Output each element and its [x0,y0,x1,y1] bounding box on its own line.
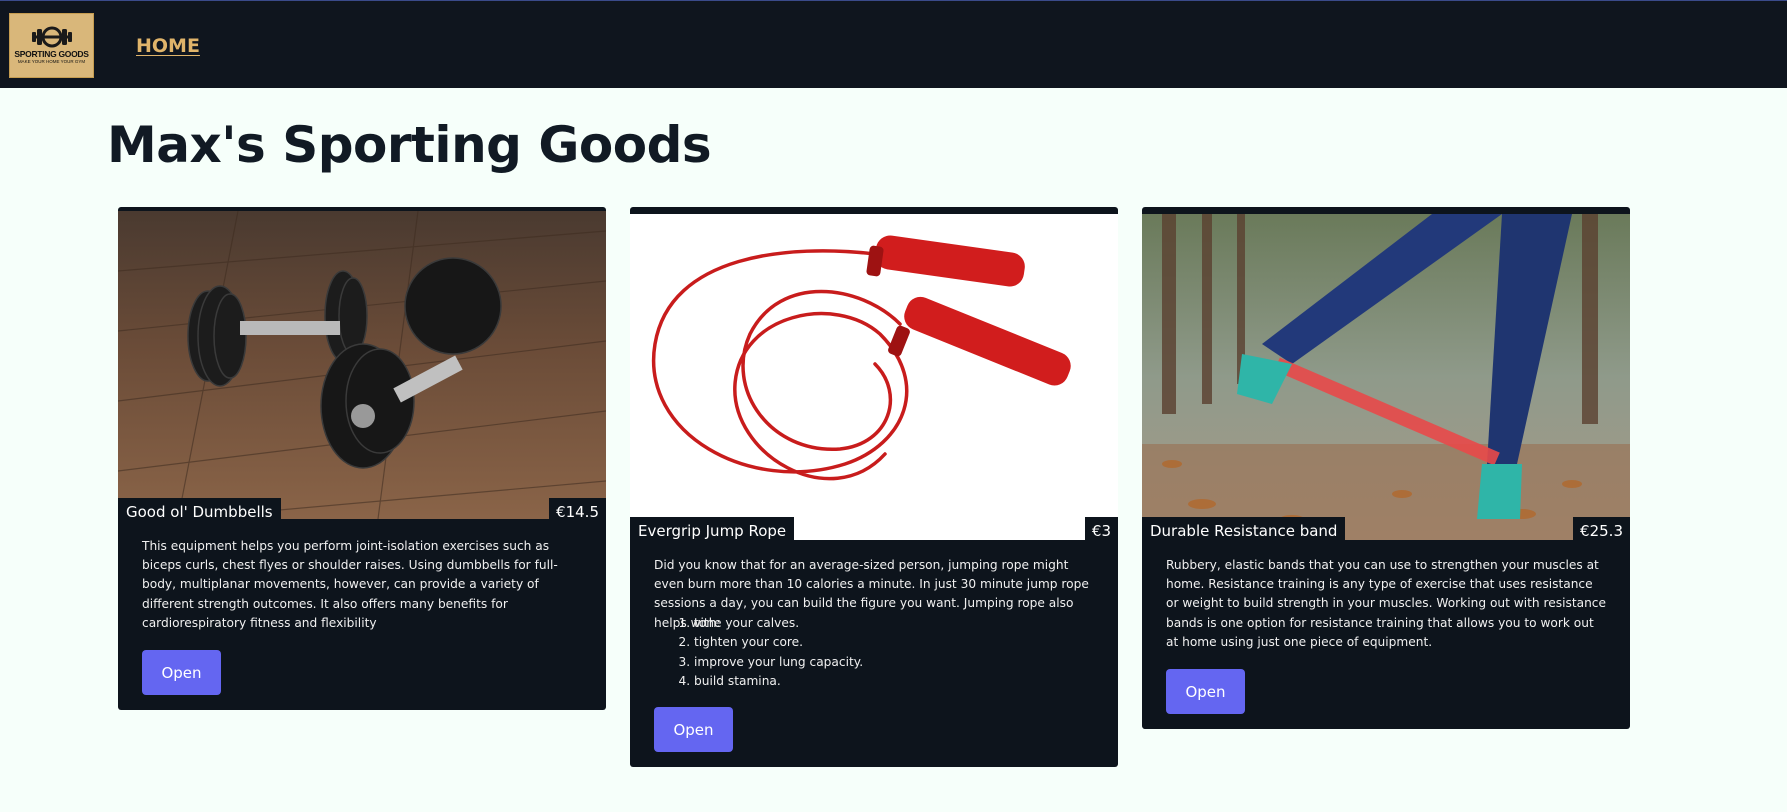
product-card-jump-rope: Evergrip Jump Rope €3 Did you know that … [630,207,1118,767]
logo-subtitle: MAKE YOUR HOME YOUR GYM [17,59,86,64]
jump-rope-photo [630,214,1118,540]
open-button[interactable]: Open [654,707,733,752]
list-item: tighten your core. [694,633,863,652]
product-card-dumbbells: Good ol' Dumbbells €14.5 This equipment … [118,207,606,710]
product-price: €14.5 [549,498,606,527]
dumbbell-logo-icon [31,26,72,48]
product-price: €3 [1084,517,1118,546]
dumbbells-photo [118,211,606,519]
logo-title: SPORTING GOODS [14,49,89,59]
open-button[interactable]: Open [142,650,221,695]
brand-logo[interactable]: SPORTING GOODS MAKE YOUR HOME YOUR GYM [9,13,94,78]
product-name: Evergrip Jump Rope [630,517,795,546]
product-description: This equipment helps you perform joint-i… [142,539,558,630]
product-price: €25.3 [1573,517,1630,546]
open-button[interactable]: Open [1166,669,1245,714]
list-item: improve your lung capacity. [694,653,863,672]
benefits-list: tone your calves. tighten your core. imp… [654,614,863,692]
page-title: Max's Sporting Goods [107,116,712,174]
list-item: tone your calves. [694,614,863,633]
nav-link-home[interactable]: HOME [136,35,200,57]
product-name: Durable Resistance band [1142,517,1346,546]
product-name: Good ol' Dumbbells [118,498,281,527]
product-card-resistance-band: Durable Resistance band €25.3 Rubbery, e… [1142,207,1630,729]
product-description: Rubbery, elastic bands that you can use … [1166,558,1606,649]
resistance-band-photo [1142,214,1630,540]
list-item: build stamina. [694,672,863,691]
top-navbar: SPORTING GOODS MAKE YOUR HOME YOUR GYM H… [0,0,1787,88]
